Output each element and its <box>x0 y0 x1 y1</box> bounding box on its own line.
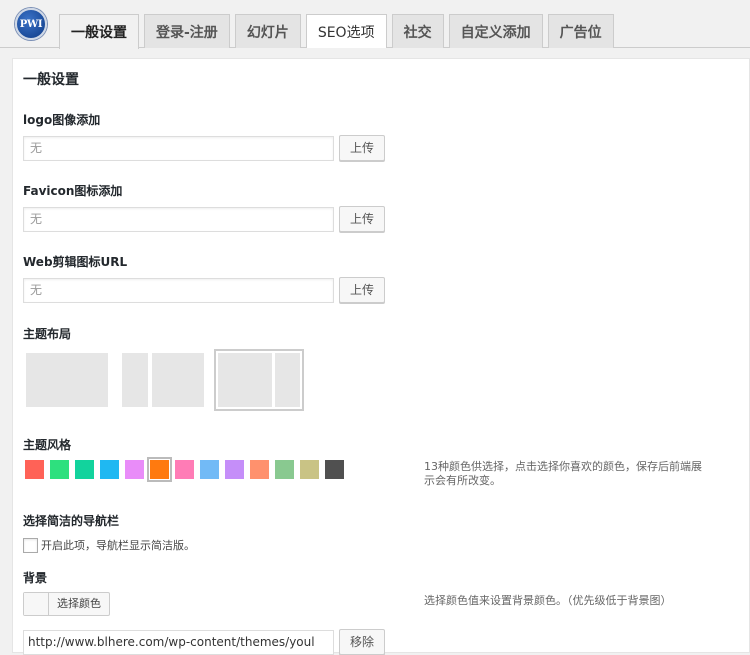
layout-full-block <box>26 353 108 407</box>
top-bar: PWI 一般设置 登录-注册 幻灯片 SEO选项 社交 自定义添加 广告位 <box>0 0 750 49</box>
color-swatch-10[interactable] <box>250 460 269 479</box>
color-swatches <box>25 457 344 482</box>
color-swatch-6[interactable] <box>147 457 172 482</box>
tab-login-register[interactable]: 登录-注册 <box>144 14 230 48</box>
tab-seo[interactable]: SEO选项 <box>305 14 387 48</box>
layout-right-content-block <box>218 353 272 407</box>
layout-option-full-width[interactable] <box>22 349 112 411</box>
logo-upload-button[interactable]: 上传 <box>339 135 386 161</box>
layout-left-content-block <box>152 353 204 407</box>
select-color-button[interactable]: 选择颜色 <box>23 592 110 616</box>
layout-left-sidebar-block <box>122 353 148 407</box>
favicon-upload-button[interactable]: 上传 <box>339 206 386 232</box>
settings-panel: 一般设置 logo图像添加 无 上传 Favicon图标添加 无 上传 Web剪… <box>12 58 750 655</box>
layout-option-left-sidebar[interactable] <box>118 349 208 411</box>
remove-background-button[interactable]: 移除 <box>339 629 386 655</box>
select-color-label: 选择颜色 <box>57 597 101 610</box>
style-note: 13种颜色供选择，点击选择你喜欢的颜色，保存后前端展示会有所改变。 <box>424 460 702 487</box>
simple-nav-checkbox-label: 开启此项，导航栏显示简洁版。 <box>41 539 195 552</box>
tab-custom-add[interactable]: 自定义添加 <box>448 14 543 48</box>
webclip-label: Web剪辑图标URL <box>23 255 128 269</box>
section-title: 一般设置 <box>23 72 79 88</box>
color-swatch-1[interactable] <box>25 460 44 479</box>
logo-text: PWI <box>19 18 43 30</box>
pwi-logo: PWI <box>15 8 47 40</box>
style-label: 主题风格 <box>23 438 72 452</box>
tab-ad-slots[interactable]: 广告位 <box>547 14 614 48</box>
color-swatch-7[interactable] <box>175 460 194 479</box>
color-swatch-2[interactable] <box>50 460 69 479</box>
color-swatch-3[interactable] <box>75 460 94 479</box>
color-swatch-9[interactable] <box>225 460 244 479</box>
webclip-upload-button[interactable]: 上传 <box>339 277 386 303</box>
tab-social[interactable]: 社交 <box>391 14 444 48</box>
layout-option-right-sidebar[interactable] <box>214 349 304 411</box>
color-swatch-12[interactable] <box>300 460 319 479</box>
color-swatch-4[interactable] <box>100 460 119 479</box>
background-note: 选择颜色值来设置背景颜色。（优先级低于背景图） <box>424 594 672 607</box>
background-label: 背景 <box>23 571 48 585</box>
layout-right-sidebar-block <box>275 353 300 407</box>
color-swatch-13[interactable] <box>325 460 344 479</box>
color-swatch-5[interactable] <box>125 460 144 479</box>
color-swatch-11[interactable] <box>275 460 294 479</box>
layout-label: 主题布局 <box>23 327 72 341</box>
color-preview-swatch <box>24 593 49 615</box>
favicon-url-input[interactable]: 无 <box>23 207 334 232</box>
background-image-url-input[interactable]: http://www.blhere.com/wp-content/themes/… <box>23 630 334 655</box>
logo-label: logo图像添加 <box>23 113 101 127</box>
logo-url-input[interactable]: 无 <box>23 136 334 161</box>
simple-nav-label: 选择简洁的导航栏 <box>23 514 120 528</box>
simple-nav-checkbox[interactable] <box>23 538 38 553</box>
webclip-url-input[interactable]: 无 <box>23 278 334 303</box>
color-swatch-8[interactable] <box>200 460 219 479</box>
tab-general[interactable]: 一般设置 <box>59 14 139 49</box>
tab-bar: 一般设置 登录-注册 幻灯片 SEO选项 社交 自定义添加 广告位 <box>59 14 614 49</box>
favicon-label: Favicon图标添加 <box>23 184 123 198</box>
tab-slideshow[interactable]: 幻灯片 <box>234 14 301 48</box>
